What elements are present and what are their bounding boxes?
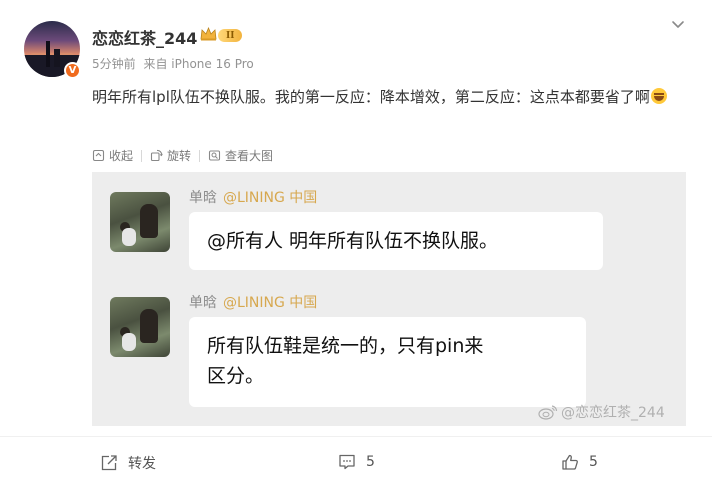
- post-source: 来自 iPhone 16 Pro: [143, 57, 254, 71]
- repost-icon: [101, 455, 117, 471]
- rotate-label: 旋转: [167, 149, 192, 163]
- rotate-icon: [150, 149, 163, 162]
- chat-bubble: 所有队伍鞋是统一的，只有pin来 区分。: [189, 317, 586, 407]
- weibo-logo-icon: [538, 405, 558, 420]
- chat-avatar: [110, 297, 170, 357]
- view-large-image-icon: [208, 150, 221, 161]
- post-action-bar: 转发 5 5: [0, 436, 712, 490]
- chat-message-line: 区分。: [207, 365, 265, 387]
- watermark-text: @恋恋红茶_244: [561, 405, 665, 421]
- like-count: 5: [589, 454, 598, 470]
- weibo-watermark: @恋恋红茶_244: [538, 402, 665, 422]
- chat-message-text: @所有人 明年所有队伍不换队服。: [207, 230, 499, 252]
- comment-button[interactable]: 5: [338, 453, 375, 471]
- view-large-label: 查看大图: [225, 149, 274, 163]
- sender-name: 单晗: [189, 295, 217, 311]
- post-meta: 5分钟前 来自 iPhone 16 Pro: [92, 55, 258, 72]
- chevron-down-icon[interactable]: [670, 16, 686, 32]
- comment-count: 5: [366, 454, 375, 470]
- sender-mention: @LINING 中国: [223, 190, 318, 206]
- username[interactable]: 恋恋红茶_244: [92, 25, 197, 49]
- thumbs-up-icon: [562, 454, 578, 470]
- crown-icon: [200, 27, 217, 41]
- repost-button[interactable]: 转发: [100, 453, 156, 473]
- toolbar-divider: [199, 149, 201, 162]
- post-time[interactable]: 5分钟前: [92, 57, 136, 71]
- laughing-tears-emoji-icon: [650, 88, 667, 104]
- post-image[interactable]: 单晗 @LINING 中国 @所有人 明年所有队伍不换队服。 单晗 @LINING …: [92, 172, 686, 426]
- chat-avatar: [110, 192, 170, 252]
- collapse-label: 收起: [109, 149, 134, 163]
- toolbar-divider: [141, 149, 143, 162]
- avatar-figure-child: [122, 333, 136, 351]
- repost-label: 转发: [128, 456, 156, 472]
- chat-message-line: 所有队伍鞋是统一的，只有pin来: [207, 335, 484, 357]
- collapse-button[interactable]: 收起: [92, 147, 133, 164]
- image-toolbar: 收起 旋转 查看大图: [92, 147, 273, 164]
- verified-badge-icon: V: [64, 62, 81, 79]
- collapse-icon: [92, 149, 105, 162]
- chat-sender: 单晗 @LINING 中国: [189, 187, 317, 207]
- comment-icon: [339, 454, 355, 470]
- avatar-building: [54, 49, 60, 67]
- sender-mention: @LINING 中国: [223, 295, 318, 311]
- like-button[interactable]: 5: [561, 453, 598, 471]
- rotate-button[interactable]: 旋转: [150, 147, 191, 164]
- chat-sender: 单晗 @LINING 中国: [189, 292, 317, 312]
- avatar-tower: [46, 41, 50, 67]
- post-text: 明年所有lpl队伍不换队服。我的第一反应：降本增效，第二反应：这点本都要省了啊: [92, 85, 684, 109]
- weibo-post-card: V 恋恋红茶_244 II 5分钟前 来自 iPhone 16 Pro 明年所有…: [0, 0, 712, 490]
- member-level-badge[interactable]: II: [218, 29, 243, 42]
- avatar-figure: [140, 204, 158, 238]
- avatar-figure: [140, 309, 158, 343]
- avatar-figure-child: [122, 228, 136, 246]
- post-text-content: 明年所有lpl队伍不换队服。我的第一反应：降本增效，第二反应：这点本都要省了啊: [92, 88, 650, 106]
- view-large-button[interactable]: 查看大图: [208, 147, 273, 164]
- sender-name: 单晗: [189, 190, 217, 206]
- action-bar-divider: [0, 436, 712, 437]
- chat-bubble: @所有人 明年所有队伍不换队服。: [189, 212, 603, 270]
